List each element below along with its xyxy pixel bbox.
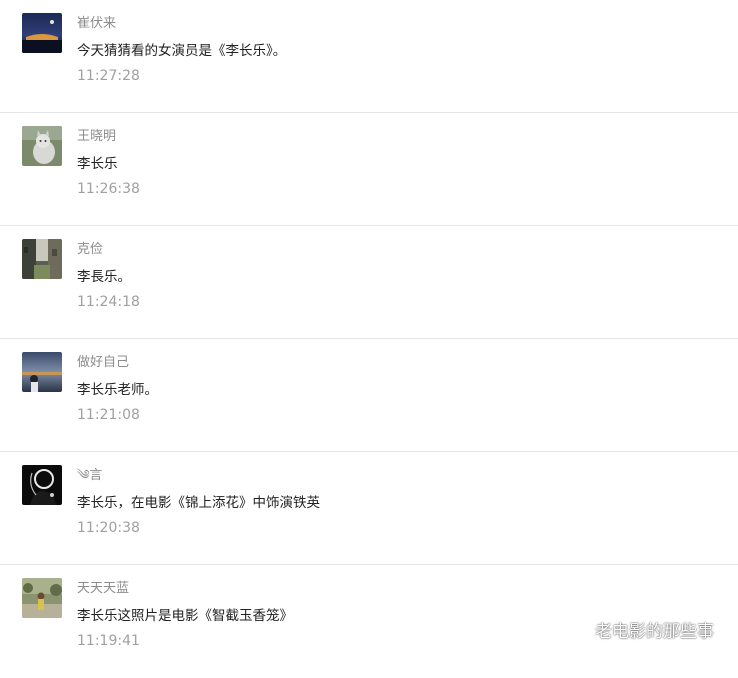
- comment-time: 11:26:38: [77, 181, 140, 197]
- comment-nickname: 天天天蓝: [77, 581, 130, 596]
- watermark: 老电影的那些事: [563, 617, 714, 642]
- night-city-avatar-icon[interactable]: [22, 13, 62, 53]
- comment-item: 崔伏来 今天猜猜看的女演员是《李长乐》。 11:27:28: [0, 0, 738, 113]
- comment-item: 做好自己 李长乐老师。 11:21:08: [0, 339, 738, 452]
- comment-content: 李长乐老师。: [77, 382, 158, 398]
- comment-item: ༄言 李长乐，在电影《锦上添花》中饰演铁英 11:20:38: [0, 452, 738, 565]
- comment-content: 李長乐。: [77, 269, 131, 285]
- comment-time: 11:20:38: [77, 520, 140, 536]
- comment-nickname: ༄言: [77, 468, 103, 483]
- comment-nickname: 崔伏来: [77, 16, 117, 31]
- comment-item: 王晓明 李长乐 11:26:38: [0, 113, 738, 226]
- garden-avatar-icon[interactable]: [22, 578, 62, 618]
- comment-time: 11:27:28: [77, 68, 140, 84]
- comment-item: 克俭 李長乐。 11:24:18: [0, 226, 738, 339]
- comment-nickname: 做好自己: [77, 355, 130, 370]
- wechat-icon: [563, 619, 589, 641]
- comment-time: 11:21:08: [77, 407, 140, 423]
- comment-nickname: 王晓明: [77, 129, 117, 144]
- dusk-lake-avatar-icon[interactable]: [22, 352, 62, 392]
- comment-content: 李长乐这照片是电影《智截玉香笼》: [77, 608, 293, 624]
- comment-content: 李长乐，在电影《锦上添花》中饰演铁英: [77, 495, 320, 511]
- comment-time: 11:24:18: [77, 294, 140, 310]
- watermark-text: 老电影的那些事: [595, 622, 714, 642]
- cat-avatar-icon[interactable]: [22, 126, 62, 166]
- comment-content: 李长乐: [77, 156, 118, 172]
- silhouette-avatar-icon[interactable]: [22, 465, 62, 505]
- comment-content: 今天猜猜看的女演员是《李长乐》。: [77, 43, 287, 59]
- comment-nickname: 克俭: [77, 242, 104, 257]
- comment-list: 崔伏来 今天猜猜看的女演员是《李长乐》。 11:27:28 王晓明 李长乐 11…: [0, 0, 738, 678]
- comment-time: 11:19:41: [77, 633, 140, 649]
- street-avatar-icon[interactable]: [22, 239, 62, 279]
